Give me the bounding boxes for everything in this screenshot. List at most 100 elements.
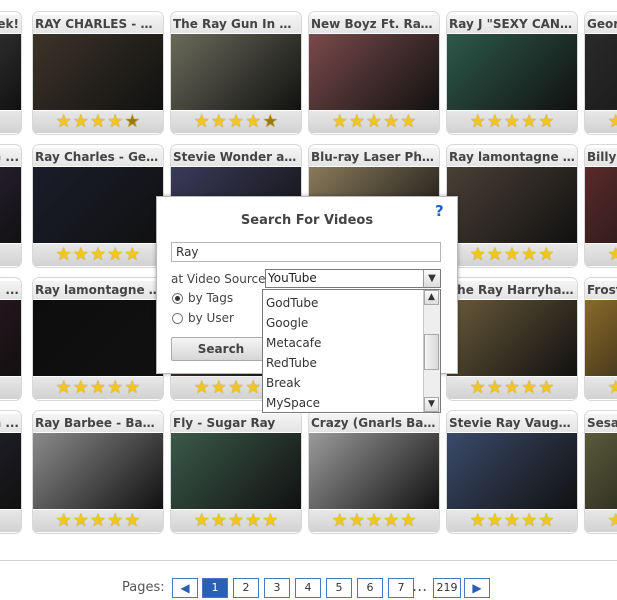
video-title[interactable]: Crazy (Gnarls Barkl ...: [309, 414, 439, 432]
dropdown-scrollbar[interactable]: ▲ ▼: [423, 290, 440, 412]
page-button-7[interactable]: 7: [388, 578, 414, 598]
video-thumbnail[interactable]: [33, 34, 163, 110]
chevron-down-icon[interactable]: ▼: [423, 270, 440, 287]
video-title[interactable]: ...: [0, 281, 21, 299]
video-title[interactable]: Stevie Wonder and ...: [171, 148, 301, 166]
star-icon: ★: [521, 510, 538, 531]
video-title[interactable]: Sesam: [585, 414, 617, 432]
video-title[interactable]: an ...: [0, 414, 21, 432]
video-tile[interactable]: Fly - Sugar Ray ★ ★ ★ ★ ★: [170, 410, 302, 534]
scroll-up-icon[interactable]: ▲: [424, 290, 439, 305]
video-thumbnail[interactable]: [585, 34, 617, 110]
star-icon: ★: [331, 510, 348, 531]
video-title[interactable]: Ray J "SEXY CAN I" ...: [447, 15, 577, 33]
video-title[interactable]: Blu-ray Laser Phaser: [309, 148, 439, 166]
video-title[interactable]: Ray Charles - Georg ...: [33, 148, 163, 166]
by-user-radio[interactable]: [172, 313, 183, 324]
star-icon: ★: [262, 510, 279, 531]
video-thumbnail[interactable]: [0, 433, 21, 509]
prev-page-button[interactable]: ◀: [172, 578, 198, 598]
video-title[interactable]: The Ray Gun In Acti ...: [171, 15, 301, 33]
video-tile[interactable]: G ... ★★★★★: [0, 144, 22, 268]
video-thumbnail[interactable]: [447, 167, 577, 243]
video-title[interactable]: Frost: [585, 281, 617, 299]
search-button[interactable]: Search: [171, 337, 271, 361]
video-source-dropdown[interactable]: GodTube Google Metacafe RedTube Break MySpace…: [262, 289, 441, 413]
video-thumbnail[interactable]: [447, 300, 577, 376]
video-title[interactable]: The Ray Harryhaus ...: [447, 281, 577, 299]
star-icon: ★: [365, 111, 383, 132]
video-title[interactable]: Georg: [585, 15, 617, 33]
scroll-down-icon[interactable]: ▼: [424, 397, 439, 412]
video-title[interactable]: Ray lamontagne - L ...: [447, 148, 577, 166]
video-thumbnail[interactable]: [585, 167, 617, 243]
video-thumbnail[interactable]: [309, 433, 439, 509]
video-thumbnail[interactable]: [447, 34, 577, 110]
video-tile[interactable]: Ray J "SEXY CAN I" ...★★★★★: [446, 11, 578, 135]
scroll-thumb[interactable]: [424, 334, 439, 370]
video-tile[interactable]: Billy R ★★★★★: [584, 144, 617, 268]
video-title[interactable]: Ray Barbee - Ban This: [33, 414, 163, 432]
video-tile[interactable]: Georg ★★★★★: [584, 11, 617, 135]
page-button-3[interactable]: 3: [264, 578, 290, 598]
video-thumbnail[interactable]: [309, 34, 439, 110]
star-icon: ★: [107, 377, 124, 398]
star-icon: ★: [72, 377, 89, 398]
video-thumbnail[interactable]: [0, 34, 21, 110]
video-title[interactable]: G ...: [0, 148, 21, 166]
video-tile[interactable]: Stevie Ray Vaughan ...★★★★★: [446, 410, 578, 534]
video-title[interactable]: Stevie Ray Vaughan ...: [447, 414, 577, 432]
video-title[interactable]: Billy R: [585, 148, 617, 166]
source-option[interactable]: Google: [266, 313, 308, 333]
question-icon[interactable]: ?: [435, 203, 451, 219]
page-button-5[interactable]: 5: [326, 578, 352, 598]
video-thumbnail[interactable]: [171, 433, 301, 509]
source-option[interactable]: Break: [266, 373, 301, 393]
video-thumbnail[interactable]: [33, 300, 163, 376]
video-source-select[interactable]: YouTube ▼: [265, 269, 441, 288]
video-title[interactable]: New Boyz Ft. Ray J ...: [309, 15, 439, 33]
video-title[interactable]: ek!: [0, 15, 21, 33]
video-tile[interactable]: Ray lamontagne - L ...★★★★★: [446, 144, 578, 268]
star-icon: ★: [210, 377, 227, 398]
video-tile[interactable]: The Ray Harryhaus ...★★★★★: [446, 277, 578, 401]
video-tile[interactable]: ek! ★★★★★: [0, 11, 22, 135]
video-thumbnail[interactable]: [0, 167, 21, 243]
video-tile[interactable]: ... ★★★★★: [0, 277, 22, 401]
source-option[interactable]: GodTube: [266, 293, 318, 313]
next-page-button[interactable]: ▶: [464, 578, 490, 598]
video-thumbnail[interactable]: [171, 34, 301, 110]
source-option[interactable]: Metacafe: [266, 333, 321, 353]
video-tile[interactable]: Frost ★★★★★: [584, 277, 617, 401]
video-thumbnail[interactable]: [585, 300, 617, 376]
video-tile[interactable]: RAY CHARLES - ME ...★★★★★: [32, 11, 164, 135]
search-input[interactable]: [171, 242, 441, 262]
video-thumbnail[interactable]: [0, 300, 21, 376]
by-tags-radio[interactable]: [172, 293, 183, 304]
source-option[interactable]: RedTube: [266, 353, 317, 373]
video-thumbnail[interactable]: [33, 167, 163, 243]
star-icon: ★: [486, 244, 503, 265]
star-rating: ★★★★★: [171, 510, 301, 532]
video-thumbnail[interactable]: [33, 433, 163, 509]
video-tile[interactable]: The Ray Gun In Acti ...★★★★★: [170, 11, 302, 135]
video-tile[interactable]: an ... ★★★★★: [0, 410, 22, 534]
video-tile[interactable]: Ray Charles - Georg ...★★★★★: [32, 144, 164, 268]
star-icon: ★: [245, 377, 262, 398]
video-title[interactable]: Fly - Sugar Ray: [171, 414, 301, 432]
video-tile[interactable]: New Boyz Ft. Ray J ...★★★★★: [308, 11, 440, 135]
video-thumbnail[interactable]: [447, 433, 577, 509]
page-button-6[interactable]: 6: [357, 578, 383, 598]
video-tile[interactable]: Ray Barbee - Ban This★★★★★: [32, 410, 164, 534]
page-button-last[interactable]: 219: [433, 578, 461, 598]
page-button-4[interactable]: 4: [295, 578, 321, 598]
video-tile[interactable]: Sesam ★★★★★: [584, 410, 617, 534]
page-button-1[interactable]: 1: [202, 578, 228, 598]
video-tile[interactable]: Ray lamontagne - T ...★★★★★: [32, 277, 164, 401]
page-button-2[interactable]: 2: [233, 578, 259, 598]
video-title[interactable]: Ray lamontagne - T ...: [33, 281, 163, 299]
video-tile[interactable]: Crazy (Gnarls Barkl ...★★★★★: [308, 410, 440, 534]
video-title[interactable]: RAY CHARLES - ME ...: [33, 15, 163, 33]
video-thumbnail[interactable]: [585, 433, 617, 509]
source-option[interactable]: MySpace: [266, 393, 320, 413]
